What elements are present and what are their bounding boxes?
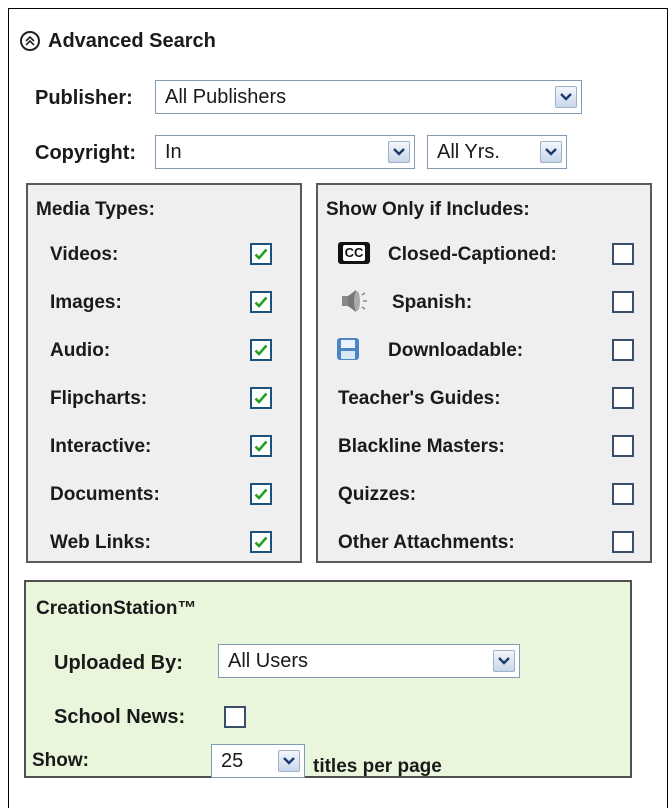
chevron-down-icon[interactable]	[493, 650, 515, 672]
copyright-label: Copyright:	[35, 142, 137, 164]
closed-caption-icon: CC	[338, 242, 370, 264]
chevron-down-icon[interactable]	[540, 141, 562, 163]
media-type-label: Documents:	[50, 484, 160, 505]
show-label: Show:	[32, 750, 89, 771]
titles-per-page-label: titles per page	[313, 756, 442, 777]
floppy-disk-icon	[336, 337, 360, 366]
school-news-label: School News:	[54, 706, 186, 728]
media-type-label: Interactive:	[50, 436, 152, 457]
media-type-label: Images:	[50, 292, 122, 313]
media-type-label: Audio:	[50, 340, 111, 361]
include-label: Other Attachments:	[338, 532, 515, 553]
include-label: Downloadable:	[388, 340, 524, 361]
web-links-checkbox[interactable]	[250, 531, 272, 553]
closed-captioned-checkbox[interactable]	[612, 243, 634, 265]
chevron-down-icon[interactable]	[388, 141, 410, 163]
copyright-years-value: All Yrs.	[437, 140, 500, 163]
creation-station-heading: CreationStation™	[36, 598, 197, 619]
advanced-search-header[interactable]: Advanced Search	[20, 27, 216, 55]
publisher-label: Publisher:	[35, 87, 133, 109]
videos-checkbox[interactable]	[250, 243, 272, 265]
show-count-select[interactable]: 25	[211, 744, 305, 778]
publisher-select[interactable]: All Publishers	[155, 80, 582, 114]
advanced-search-title: Advanced Search	[48, 29, 216, 52]
school-news-checkbox[interactable]	[224, 706, 246, 728]
speaker-icon	[338, 288, 372, 319]
include-label: Blackline Masters:	[338, 436, 505, 457]
includes-panel: Show Only if Includes: CC Closed-Caption…	[316, 183, 652, 563]
copyright-mode-value: In	[165, 140, 182, 163]
other-attachments-checkbox[interactable]	[612, 531, 634, 553]
media-type-label: Web Links:	[50, 532, 151, 553]
blackline-masters-checkbox[interactable]	[612, 435, 634, 457]
collapse-up-icon[interactable]	[20, 31, 40, 51]
documents-checkbox[interactable]	[250, 483, 272, 505]
creation-station-panel: CreationStation™ Uploaded By: All Users …	[24, 580, 632, 778]
publisher-value: All Publishers	[165, 85, 287, 108]
flipcharts-checkbox[interactable]	[250, 387, 272, 409]
interactive-checkbox[interactable]	[250, 435, 272, 457]
copyright-mode-select[interactable]: In	[155, 135, 415, 169]
media-types-heading: Media Types:	[36, 199, 155, 220]
include-label: Spanish:	[392, 292, 473, 313]
include-label: Closed-Captioned:	[388, 244, 557, 265]
audio-checkbox[interactable]	[250, 339, 272, 361]
uploaded-by-label: Uploaded By:	[54, 652, 183, 674]
downloadable-checkbox[interactable]	[612, 339, 634, 361]
images-checkbox[interactable]	[250, 291, 272, 313]
media-type-label: Videos:	[50, 244, 119, 265]
copyright-years-select[interactable]: All Yrs.	[427, 135, 567, 169]
include-label: Teacher's Guides:	[338, 388, 501, 409]
chevron-down-icon[interactable]	[278, 750, 300, 772]
media-type-label: Flipcharts:	[50, 388, 148, 409]
quizzes-checkbox[interactable]	[612, 483, 634, 505]
chevron-down-icon[interactable]	[555, 86, 577, 108]
include-label: Quizzes:	[338, 484, 417, 505]
media-types-panel: Media Types: Videos: Images: Audio: Flip…	[26, 183, 302, 563]
uploaded-by-select[interactable]: All Users	[218, 644, 520, 678]
uploaded-by-value: All Users	[228, 649, 309, 672]
show-count-value: 25	[221, 749, 244, 772]
includes-heading: Show Only if Includes:	[326, 199, 530, 220]
spanish-checkbox[interactable]	[612, 291, 634, 313]
teachers-guides-checkbox[interactable]	[612, 387, 634, 409]
